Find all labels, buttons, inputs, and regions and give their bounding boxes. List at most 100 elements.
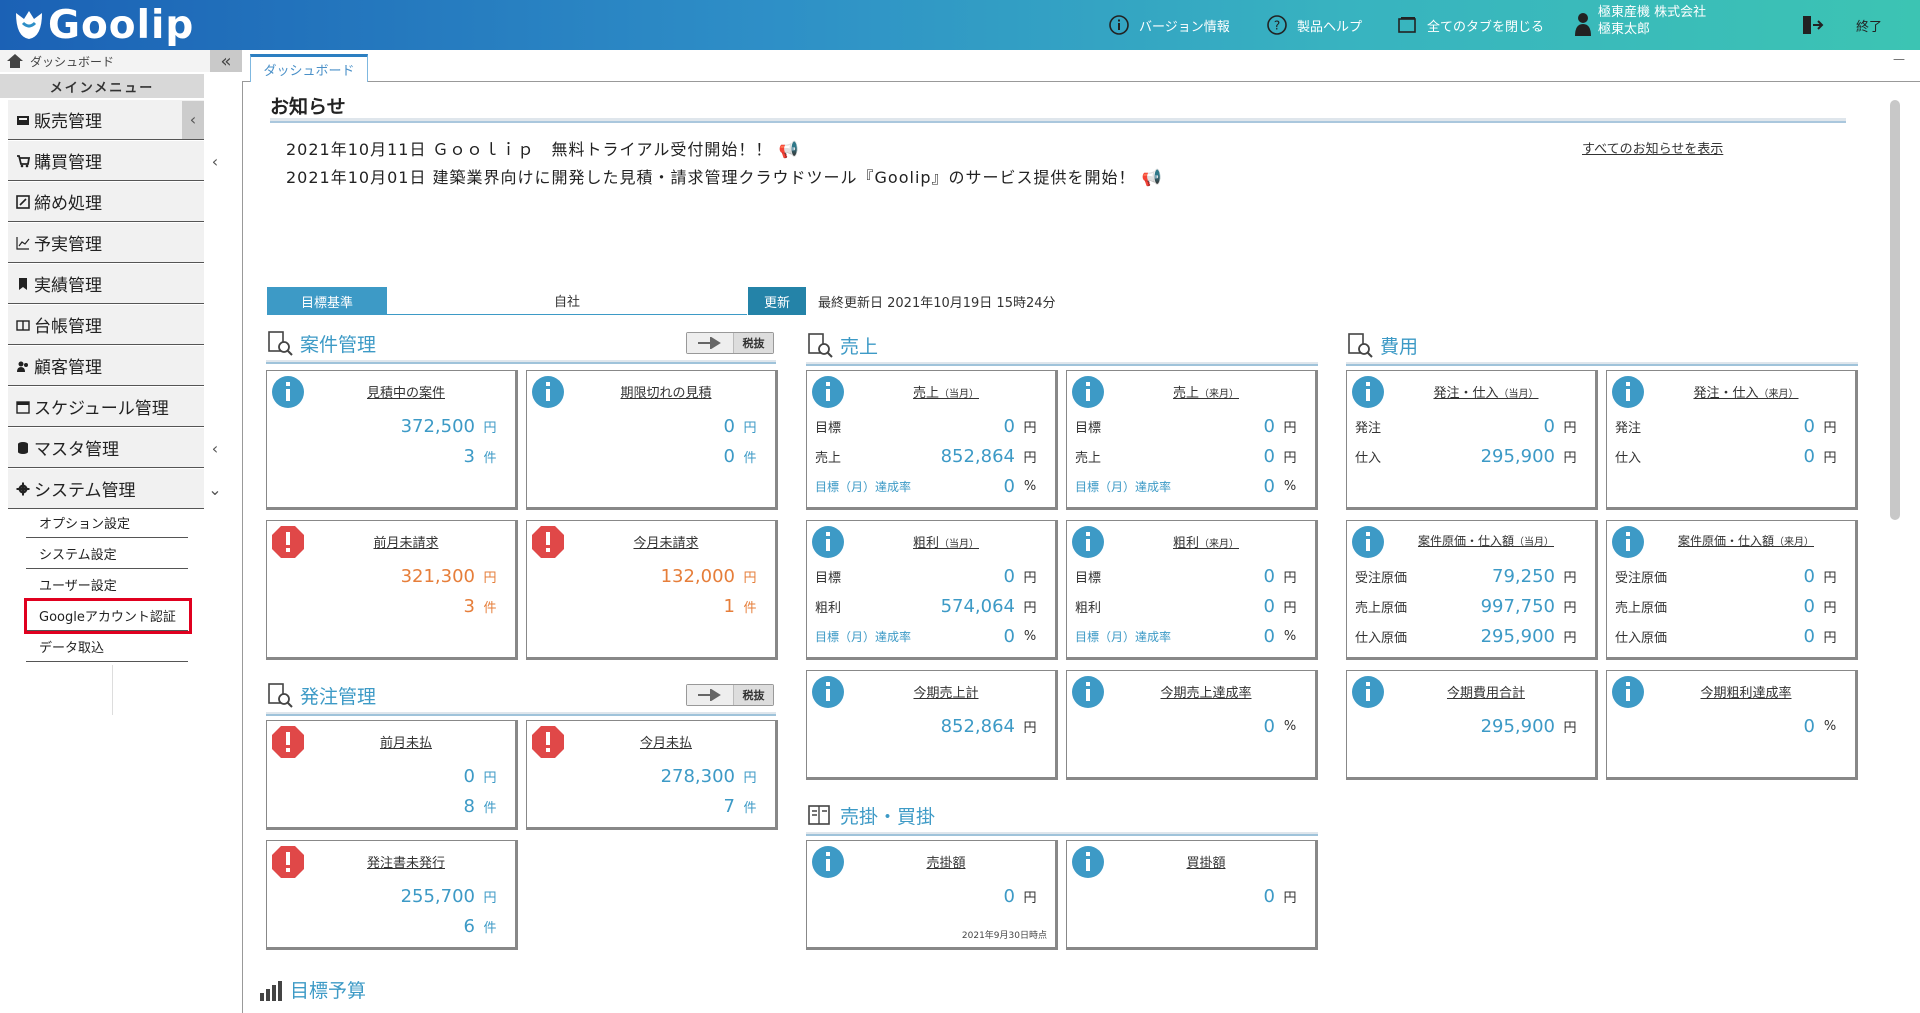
card-order-current[interactable]: 発注・仕入（当月） 発注 0 円 仕入 295,900 円 [1346,370,1598,510]
info-circle-icon [1072,376,1104,408]
sidebar-collapse-button[interactable]: « [210,50,242,72]
tax-toggle-orders[interactable]: 税抜 [686,684,774,706]
target-base-tab[interactable]: 目標基準 [267,287,387,315]
card-title[interactable]: 今期粗利達成率 [1647,682,1845,701]
target-self-select[interactable]: 自社 [387,287,747,315]
sidebar-item-closing[interactable]: 締め処理 [8,182,204,222]
register-icon [17,115,29,125]
sidebar-item-label: 顧客管理 [34,358,102,378]
unit-percent: % [1283,478,1297,494]
card-title[interactable]: 売上（来月） [1107,382,1305,401]
card-last-unbilled[interactable]: 前月未請求 321,300 円 3件 [266,520,518,660]
unit-yen: 円 [1823,570,1837,586]
unit-yen: 円 [1823,600,1837,616]
card-title[interactable]: 今期売上達成率 [1107,682,1305,701]
gear-icon [16,482,30,495]
card-payable[interactable]: 買掛額 0円 [1066,840,1318,950]
chevron-left-icon[interactable]: ‹ [204,150,226,172]
version-info-button[interactable]: バージョン情報 [1108,0,1230,50]
sidebar-item-system[interactable]: システム管理 [8,469,204,509]
unit-yen: 円 [1023,570,1037,586]
minimize-icon[interactable]: — [1893,52,1913,66]
card-title[interactable]: 発注・仕入（当月） [1387,382,1585,401]
logo-text: Goolip [48,2,195,48]
section-receivables-header: 売掛・買掛 [806,800,935,830]
card-title[interactable]: 粗利（来月） [1107,532,1305,551]
card-period-sales-rate[interactable]: 今期売上達成率 0% [1066,670,1318,780]
chevron-left-icon[interactable]: ‹ [182,100,204,139]
show-all-notices-link[interactable]: すべてのお知らせを表示 [1582,138,1723,157]
product-help-button[interactable]: ? 製品ヘルプ [1266,0,1362,50]
unit-yen: 円 [1023,450,1037,466]
card-title-main: 粗利 [1172,536,1199,551]
exit-button[interactable]: 終了 [1856,0,1882,50]
sidebar-item-sales[interactable]: 販売管理 ‹ [8,100,204,140]
sidebar-item-results[interactable]: 実績管理 [8,264,204,304]
card-cost-current[interactable]: 案件原価・仕入額（当月） 受注原価 79,250 円 売上原価 997,750 円 仕入… [1346,520,1598,660]
card-sales-next[interactable]: 売上（来月） 目標 0 円 売上 0 円 目標（月）達成率 0% [1066,370,1318,510]
card-title[interactable]: 発注・仕入（来月） [1647,382,1845,401]
card-title[interactable]: 今月未請求 [567,532,765,551]
card-amount: 321,300 [400,565,475,587]
unit-yen: 円 [1023,890,1037,906]
card-period-gross-rate[interactable]: 今期粗利達成率 0% [1606,670,1858,780]
card-order-next[interactable]: 発注・仕入（来月） 発注 0 円 仕入 0 円 [1606,370,1858,510]
card-estimating[interactable]: 見積中の案件 372,500 円 3件 [266,370,518,510]
card-gross-next[interactable]: 粗利（来月） 目標 0 円 粗利 0 円 目標（月）達成率 0% [1066,520,1318,660]
card-po-unissued[interactable]: 発注書未発行 255,700 円 6件 [266,840,518,950]
card-actual: 0 [1263,445,1275,467]
sidebar-item-purchase[interactable]: 購買管理 [8,141,204,181]
sidebar-dashboard-link[interactable]: ダッシュボード [0,50,210,72]
card-this-unbilled[interactable]: 今月未請求 132,000 円 1件 [526,520,778,660]
app-logo[interactable]: Goolip [12,2,194,48]
card-title[interactable]: 案件原価・仕入額（当月） [1387,532,1585,549]
card-receivable[interactable]: 売掛額 0円 2021年9月30日時点 [806,840,1058,950]
sidebar-item-customers[interactable]: 顧客管理 [8,346,204,386]
card-cost-next[interactable]: 案件原価・仕入額（来月） 受注原価 0 円 売上原価 0 円 仕入原価 0 円 [1606,520,1858,660]
tab-bar [242,50,1920,82]
card-title[interactable]: 発注書未発行 [307,852,505,871]
card-title[interactable]: 案件原価・仕入額（来月） [1647,532,1845,549]
card-this-unpaid[interactable]: 今月未払 278,300 円 7件 [526,720,778,830]
tax-toggle-projects[interactable]: 税抜 [686,332,774,354]
row-label: 仕入原価 [1615,630,1668,646]
card-title[interactable]: 今期売上計 [847,682,1045,701]
tab-dashboard[interactable]: ダッシュボード [250,54,368,82]
sidebar-item-ledger[interactable]: 台帳管理 [8,305,204,345]
card-title[interactable]: 粗利（当月） [847,532,1045,551]
card-gross-current[interactable]: 粗利（当月） 目標 0 円 粗利 574,064 円 目標（月）達成率 0% [806,520,1058,660]
card-period-sales[interactable]: 今期売上計 852,864 円 [806,670,1058,780]
sidebar-item-master[interactable]: マスタ管理 [8,428,204,468]
card-title[interactable]: 期限切れの見積 [567,382,765,401]
ledger-book-icon [808,805,830,825]
card-amount: 372,500 [400,415,475,437]
card-title[interactable]: 前月未請求 [307,532,505,551]
section-title: 費用 [1380,335,1419,358]
sidebar-sub-user-settings[interactable]: ユーザー設定 [26,570,188,600]
card-title[interactable]: 前月未払 [307,732,505,751]
update-button[interactable]: 更新 [748,287,806,315]
card-sales-current[interactable]: 売上（当月） 目標 0 円 売上 852,864 円 目標（月）達成率 0% [806,370,1058,510]
sidebar-item-budget-actual[interactable]: 予実管理 [8,223,204,263]
card-title[interactable]: 売上（当月） [847,382,1045,401]
card-title[interactable]: 今月未払 [567,732,765,751]
chevron-left-icon[interactable]: ‹ [204,437,226,459]
exit-icon[interactable] [1800,14,1824,36]
chevron-down-icon[interactable]: ⌄ [204,478,226,500]
card-title[interactable]: 今期費用合計 [1387,682,1585,701]
card-expired[interactable]: 期限切れの見積 0円 0件 [526,370,778,510]
card-period-cost[interactable]: 今期費用合計 295,900 円 [1346,670,1598,780]
scrollbar[interactable] [1890,100,1900,520]
sidebar-sub-system-settings[interactable]: システム設定 [26,539,188,569]
card-purchase: 0 [1803,445,1815,467]
close-all-tabs-button[interactable]: 全てのタブを閉じる [1396,0,1544,50]
card-title[interactable]: 買掛額 [1107,852,1305,871]
sidebar-item-schedule[interactable]: スケジュール管理 [8,387,204,427]
card-last-unpaid[interactable]: 前月未払 0円 8件 [266,720,518,830]
info-circle-icon [1072,846,1104,878]
sidebar-sub-option-settings[interactable]: オプション設定 [26,508,188,538]
card-title[interactable]: 見積中の案件 [307,382,505,401]
sidebar-sub-data-import[interactable]: データ取込 [26,632,188,662]
sidebar-item-label: 販売管理 [34,112,102,132]
card-title[interactable]: 売掛額 [847,852,1045,871]
